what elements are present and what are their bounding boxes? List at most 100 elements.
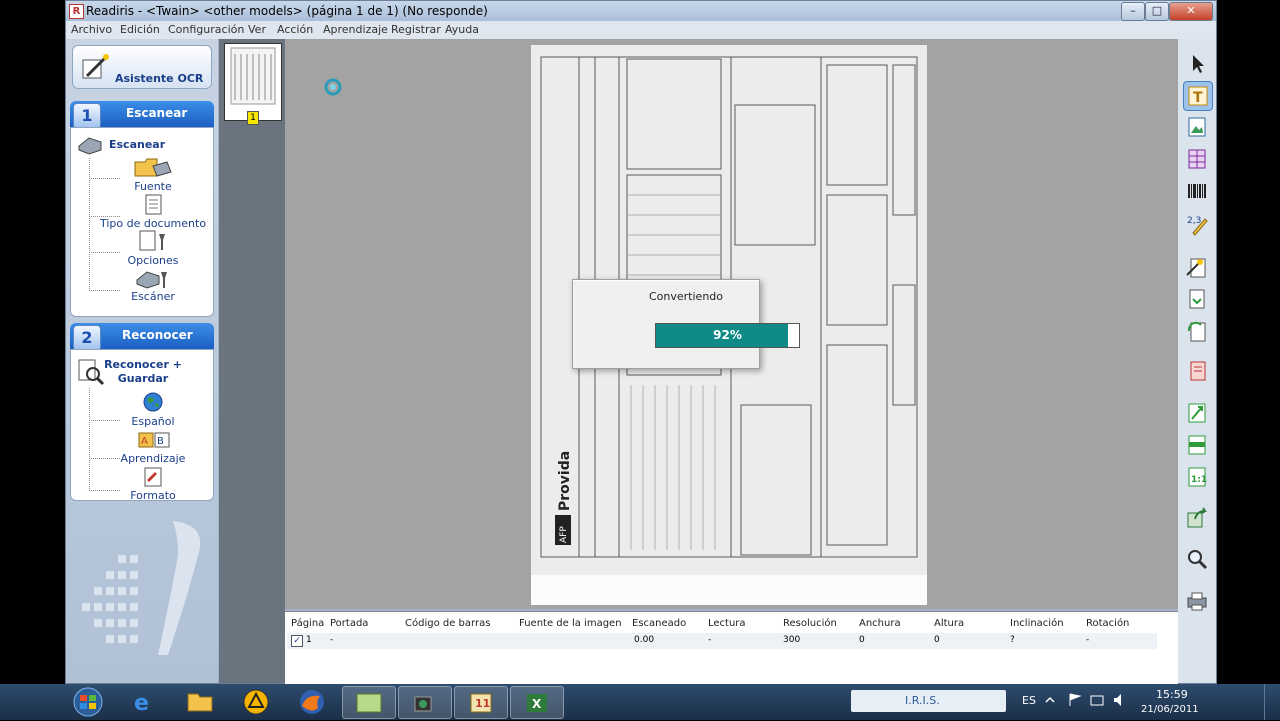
menu-accion[interactable]: Acción [277, 23, 313, 36]
column-rotacion[interactable]: Rotación [1086, 618, 1129, 629]
column-pagina[interactable]: Página [291, 618, 324, 629]
dialog-title: Convertiendo [649, 290, 724, 303]
readiris-taskbar-icon: 11 [470, 693, 492, 713]
converting-dialog: Convertiendo 92% [572, 279, 800, 369]
minimize-button[interactable]: – [1121, 2, 1145, 21]
taskbar-internet-explorer[interactable]: e [118, 686, 170, 717]
clock-time[interactable]: 15:59 [1156, 688, 1188, 701]
numbers-pencil-icon: 2,3 [1187, 216, 1208, 236]
clock-date[interactable]: 21/06/2011 [1141, 704, 1199, 715]
scan-action[interactable]: Escanear [109, 138, 165, 151]
send-button[interactable] [1183, 503, 1211, 531]
actual-size-button[interactable]: 1:1 [1183, 463, 1211, 491]
number-zone-tool-button[interactable]: 2,3 [1183, 209, 1211, 237]
close-button[interactable]: ✕ [1169, 2, 1213, 21]
thumbnail-preview-icon [230, 47, 276, 105]
barcode-icon [1188, 184, 1206, 198]
scanner-option[interactable]: Escáner [93, 290, 213, 303]
column-codigo-barras[interactable]: Código de barras [405, 618, 490, 629]
taskbar-app-triangle[interactable] [230, 686, 282, 717]
zoom-button[interactable] [1183, 545, 1211, 573]
action-center-flag-icon[interactable] [1068, 692, 1082, 708]
column-inclinacion[interactable]: Inclinación [1010, 618, 1064, 629]
table-row[interactable]: ✓ 1 - 0.00 - 300 0 0 ? - [287, 633, 1157, 649]
chevron-up-icon[interactable] [1044, 694, 1056, 706]
column-resolucion[interactable]: Resolución [783, 618, 837, 629]
row-checkbox[interactable]: ✓ [291, 635, 303, 647]
rotate-page-button[interactable] [1183, 317, 1211, 345]
menu-registrar[interactable]: Registrar [391, 23, 441, 36]
step-one-badge: 1 [73, 103, 101, 129]
magnifier-icon [1188, 550, 1208, 570]
ocr-wizard-button[interactable]: Asistente OCR [72, 45, 212, 89]
cell-lectura: - [708, 635, 712, 645]
learning-icon: A B [138, 432, 170, 448]
language-indicator[interactable]: ES [1022, 694, 1036, 707]
taskbar-camtasia[interactable] [398, 686, 452, 719]
learning-option[interactable]: Aprendizaje [93, 452, 213, 465]
fit-width-button[interactable] [1183, 431, 1211, 459]
image-zone-tool-button[interactable] [1183, 113, 1211, 141]
column-portada[interactable]: Portada [330, 618, 368, 629]
right-toolbar: T 2,3 1:1 [1178, 39, 1216, 683]
network-icon[interactable] [1090, 692, 1104, 708]
column-anchura[interactable]: Anchura [859, 618, 901, 629]
column-fuente-imagen[interactable]: Fuente de la imagen [519, 618, 622, 629]
pointer-tool-button[interactable] [1183, 49, 1211, 77]
page-thumbnail[interactable] [224, 43, 282, 121]
volume-icon[interactable] [1112, 692, 1126, 708]
menu-bar: Archivo Edición Configuración Ver Acción… [66, 21, 1216, 39]
taskbar-explorer[interactable] [174, 686, 226, 717]
table-zone-tool-button[interactable] [1183, 145, 1211, 173]
windows-start-icon [73, 687, 103, 717]
print-button[interactable] [1183, 587, 1211, 615]
language-option[interactable]: Español [93, 415, 213, 428]
save-page-button[interactable] [1183, 285, 1211, 313]
page-info-table: Página Portada Código de barras Fuente d… [285, 611, 1178, 684]
readiris-app-icon[interactable]: R [69, 4, 84, 19]
text-zone-tool-button[interactable]: T [1183, 81, 1213, 111]
taskbar-excel[interactable]: X [510, 686, 564, 719]
menu-edicion[interactable]: Edición [120, 23, 160, 36]
show-desktop-button[interactable] [1264, 684, 1280, 720]
tree-connector [89, 158, 120, 179]
recognize-section-title: Reconocer [122, 328, 193, 342]
delete-page-button[interactable] [1183, 357, 1211, 385]
menu-configuracion[interactable]: Configuración [168, 23, 244, 36]
recognize-section-header[interactable]: 2 Reconocer [70, 323, 214, 351]
cell-rotacion: - [1086, 635, 1090, 645]
start-button[interactable] [68, 686, 108, 718]
menu-archivo[interactable]: Archivo [71, 23, 112, 36]
menu-aprendizaje[interactable]: Aprendizaje [323, 23, 388, 36]
format-option[interactable]: Formato [93, 489, 213, 502]
camera-icon [414, 696, 432, 712]
recognize-save-action[interactable]: Reconocer + Guardar [103, 358, 183, 386]
source-option[interactable]: Fuente [93, 180, 213, 193]
cell-portada: - [330, 635, 334, 645]
document-type-option[interactable]: Tipo de documento [93, 217, 213, 230]
iris-toolbar-strip[interactable]: I.R.I.S. [851, 690, 1006, 712]
taskbar-notes[interactable] [342, 686, 396, 719]
column-altura[interactable]: Altura [934, 618, 964, 629]
taskbar-readiris[interactable]: 11 [454, 686, 508, 719]
globe-icon [143, 392, 163, 412]
fit-page-button[interactable] [1183, 399, 1211, 427]
menu-ver[interactable]: Ver [248, 23, 266, 36]
excel-icon: X [527, 694, 547, 712]
auto-analyze-button[interactable] [1183, 253, 1211, 281]
scan-section-header[interactable]: 1 Escanear [70, 101, 214, 129]
column-escaneado[interactable]: Escaneado [632, 618, 686, 629]
title-bar[interactable]: R Readiris - <Twain> <other models> (pág… [66, 1, 1216, 21]
svg-text:2,3: 2,3 [1187, 216, 1201, 226]
folder-source-icon [134, 158, 172, 177]
maximize-button[interactable]: □ [1145, 2, 1169, 21]
wand-page-icon [1186, 258, 1206, 278]
wand-icon [82, 54, 109, 79]
table-zone-icon [1188, 149, 1206, 169]
pointer-icon [1193, 55, 1204, 73]
column-lectura[interactable]: Lectura [708, 618, 746, 629]
barcode-tool-button[interactable] [1183, 177, 1211, 205]
options-option[interactable]: Opciones [93, 254, 213, 267]
menu-ayuda[interactable]: Ayuda [445, 23, 479, 36]
taskbar-firefox[interactable] [286, 686, 338, 717]
